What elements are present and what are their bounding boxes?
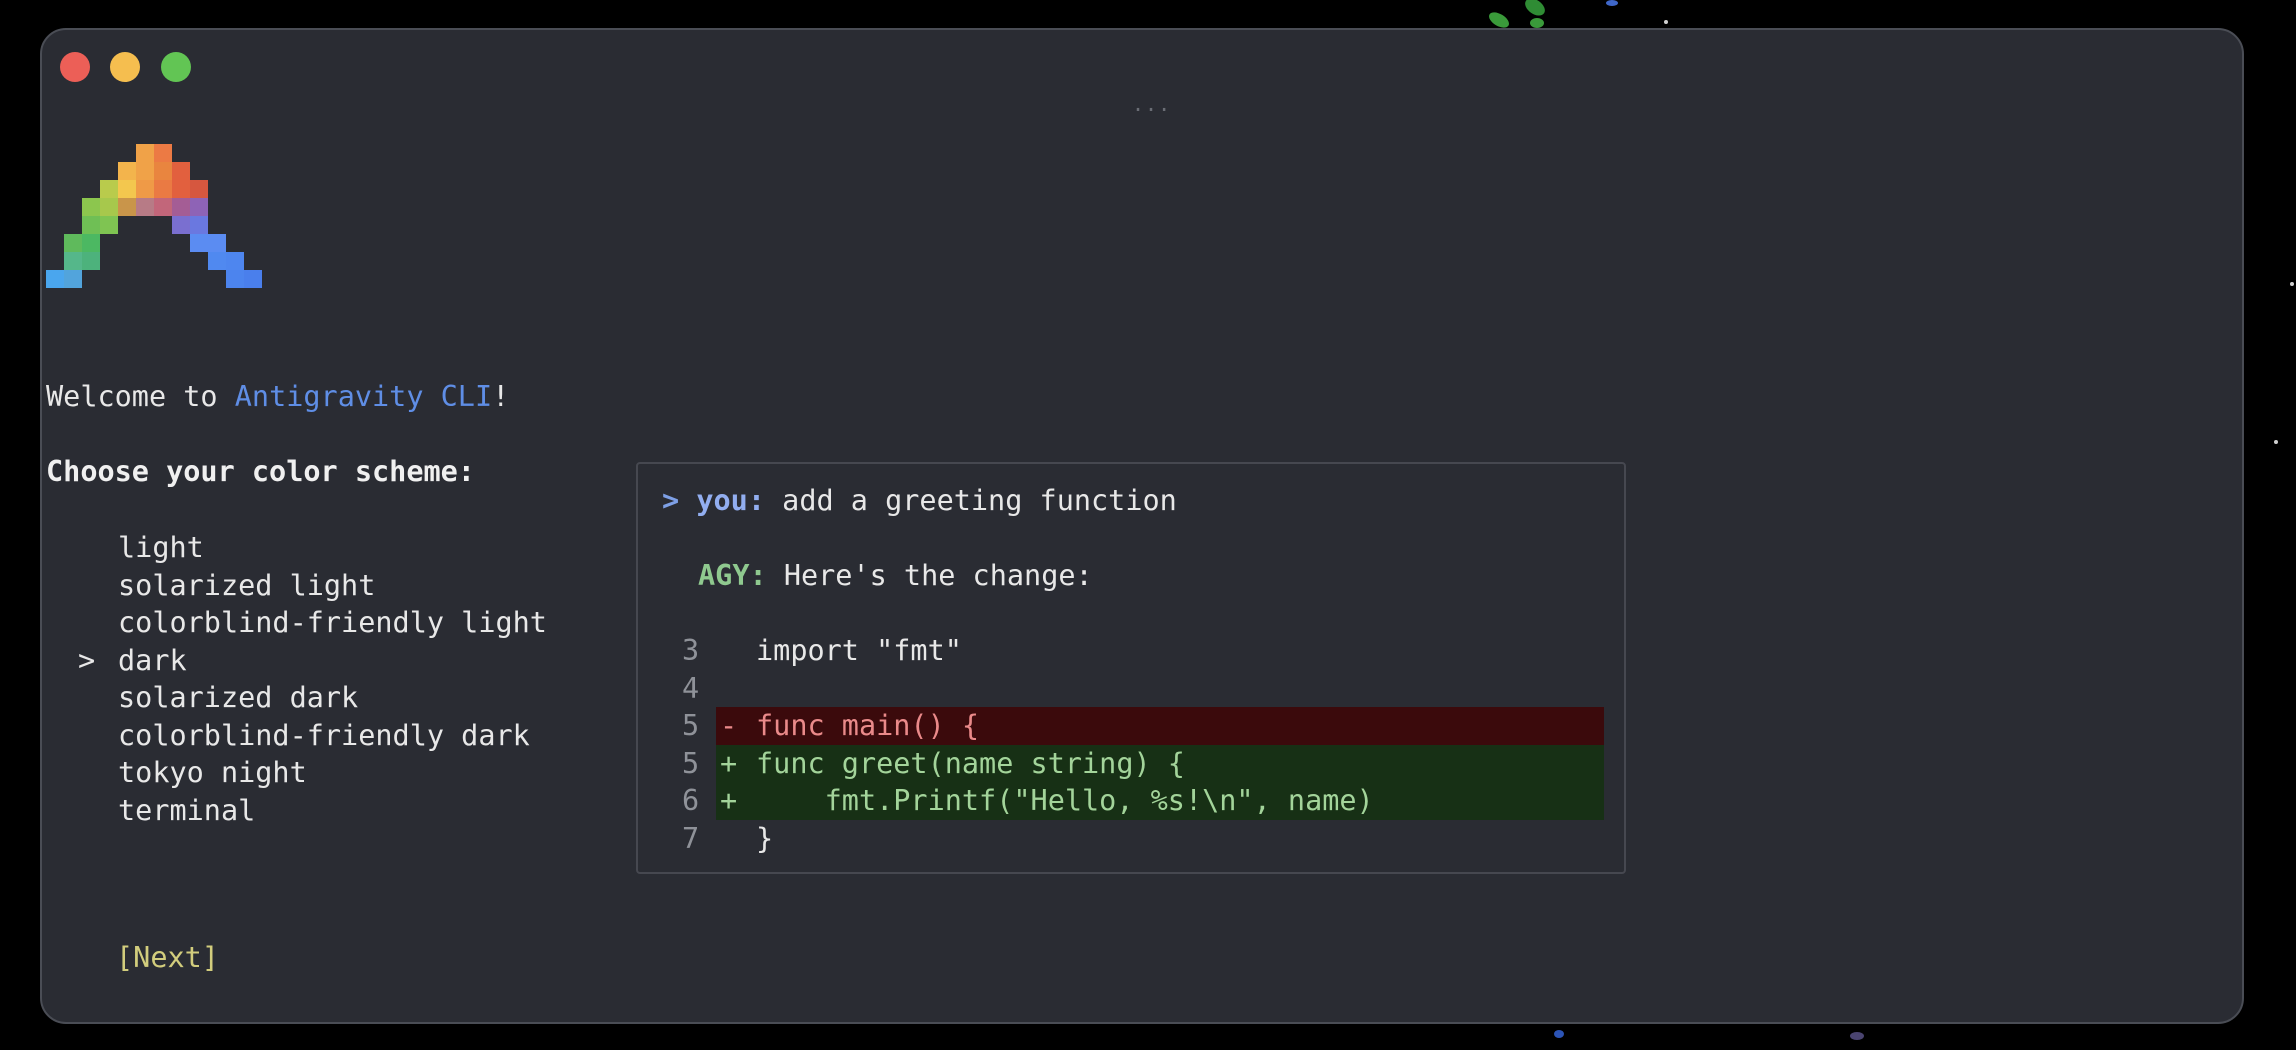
scheme-label: dark [118,643,187,677]
background-speck [1554,1030,1564,1038]
product-name: Antigravity CLI [234,380,493,413]
user-label: you: [696,484,765,517]
background-speck [1606,0,1618,6]
line-number: 5 [682,709,700,742]
diff-code: func main() { [756,709,980,742]
prompt-caret: > [662,484,680,517]
drag-handle-icon[interactable]: ... [1132,92,1171,116]
maximize-icon[interactable] [161,52,191,82]
selection-marker: > [78,643,96,677]
welcome-prefix: Welcome to [46,380,235,413]
line-number: 5 [682,746,700,780]
welcome-message: Welcome to Antigravity CLI! [46,378,509,416]
diff-line-body: + func greet(name string) { [716,744,1604,782]
background-speck [2290,282,2294,286]
minimize-icon[interactable] [110,52,140,82]
agent-message: Here's the change: [783,559,1093,592]
diff-row: 4 [662,670,1604,708]
background-speck [1850,1032,1864,1040]
scheme-label: light [118,531,204,564]
line-number: 6 [682,784,700,817]
user-message: add a greeting function [782,484,1177,517]
background-speck [2274,440,2278,444]
scheme-label: colorblind-friendly dark [118,718,530,752]
scheme-label: solarized light [118,568,376,602]
diff-sign: + [720,746,738,780]
diff-code: } [756,821,774,855]
user-prompt-line: > you: add a greeting function [662,482,1177,520]
scheme-label: terminal [118,793,256,827]
diff-code: func greet(name string) { [756,746,1185,780]
scheme-label: colorblind-friendly light [118,606,547,639]
diff-code: import "fmt" [756,634,962,667]
agent-response-line: AGY: Here's the change: [698,557,1093,595]
theme-preview-panel: > you: add a greeting function AGY: Here… [636,462,1626,874]
terminal-window: ... Welcome to Antigravity CLI! Choose y… [40,28,2244,1024]
diff-line-body [716,670,1604,708]
diff-line-body: + fmt.Printf("Hello, %s!\n", name) [716,782,1604,820]
diff-row-removed: 5- func main() { [662,707,1604,745]
agent-label: AGY: [698,559,767,592]
diff-row-added: 5 + func greet(name string) { [662,744,1604,782]
next-button[interactable]: [Next] [116,939,219,977]
scheme-label: tokyo night [118,756,307,789]
diff-line-body: import "fmt" [716,632,1604,670]
diff-sign: - [720,709,738,742]
welcome-suffix: ! [492,380,510,413]
background-speck [1521,0,1549,20]
diff-view: 3 import "fmt" 4 5- func main() { 5 + func g… [662,632,1604,857]
diff-row-added: 6 + fmt.Printf("Hello, %s!\n", name) [662,782,1604,820]
diff-line-body: - func main() { [716,707,1604,745]
diff-row: 3 import "fmt" [662,632,1604,670]
diff-sign: + [720,784,738,817]
background-speck [1664,20,1668,24]
background-speck [1530,18,1544,28]
close-icon[interactable] [60,52,90,82]
line-number: 4 [682,671,700,705]
antigravity-pixel-logo-icon [46,144,262,288]
color-scheme-heading: Choose your color scheme: [46,455,475,488]
line-number: 7 [682,821,700,855]
line-number: 3 [682,634,700,667]
diff-row: 7} [662,820,1604,858]
scheme-label: solarized dark [118,681,359,714]
diff-code: fmt.Printf("Hello, %s!\n", name) [756,784,1374,817]
diff-line-body: } [716,820,1604,858]
